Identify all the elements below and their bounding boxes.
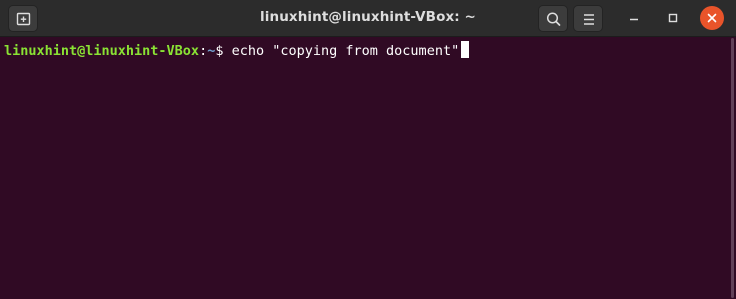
text-cursor [461,41,470,58]
search-button[interactable] [538,5,568,32]
terminal-area[interactable]: linuxhint@linuxhint-VBox:~$ echo "copyin… [0,37,736,299]
command-line: linuxhint@linuxhint-VBox:~$ echo "copyin… [4,41,470,60]
close-button[interactable] [700,6,724,30]
prompt-symbol: $ [215,43,232,59]
close-icon [707,13,717,23]
maximize-icon [668,13,678,23]
scrollbar-thumb[interactable] [731,38,734,298]
command-text: echo "copying from document" [231,43,460,59]
prompt-colon: : [199,43,208,59]
search-icon [546,12,561,26]
terminal-window: linuxhint@linuxhint-VBox: ~ linuxhint@li… [0,0,736,299]
hamburger-menu-icon [584,14,594,25]
new-tab-icon [16,12,31,26]
minimize-icon [630,18,638,21]
titlebar[interactable]: linuxhint@linuxhint-VBox: ~ [0,0,736,37]
menu-button[interactable] [573,5,603,32]
scrollbar[interactable] [730,37,736,299]
minimize-button[interactable] [622,6,646,30]
maximize-button[interactable] [661,6,685,30]
prompt-user: linuxhint@linuxhint-VBox [4,43,200,59]
new-tab-button[interactable] [8,5,38,32]
